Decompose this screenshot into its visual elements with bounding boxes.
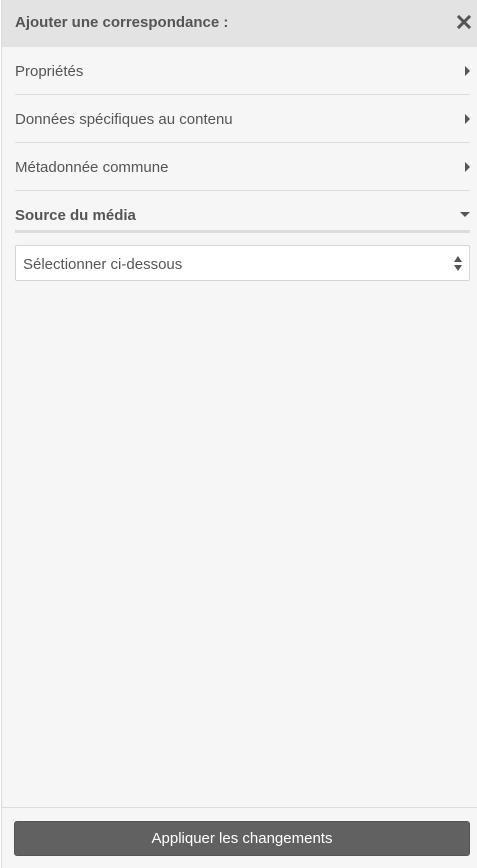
caret-right-icon	[465, 162, 470, 172]
media-source-select[interactable]: Sélectionner ci-dessous	[15, 245, 470, 281]
section-properties[interactable]: Propriétés	[15, 47, 470, 95]
apply-changes-button[interactable]: Appliquer les changements	[14, 821, 470, 856]
section-label: Propriétés	[15, 63, 84, 80]
section-label: Métadonnée commune	[15, 159, 169, 176]
section-label: Source du média	[15, 207, 136, 224]
close-icon[interactable]	[456, 13, 472, 31]
caret-down-icon	[460, 212, 470, 217]
panel-footer: Appliquer les changements	[2, 807, 477, 868]
select-value: Sélectionner ci-dessous	[23, 256, 183, 273]
panel-header: Ajouter une correspondance :	[2, 0, 477, 47]
caret-right-icon	[465, 114, 470, 124]
caret-right-icon	[465, 66, 470, 76]
section-common-metadata[interactable]: Métadonnée commune	[15, 143, 470, 191]
section-label: Données spécifiques au contenu	[15, 111, 233, 128]
section-media-source[interactable]: Source du média	[15, 191, 470, 233]
section-content-specific-data[interactable]: Données spécifiques au contenu	[15, 95, 470, 143]
select-arrows-icon	[454, 256, 462, 272]
add-mapping-panel: Ajouter une correspondance : Propriétés …	[1, 0, 477, 868]
panel-title: Ajouter une correspondance :	[15, 14, 229, 31]
